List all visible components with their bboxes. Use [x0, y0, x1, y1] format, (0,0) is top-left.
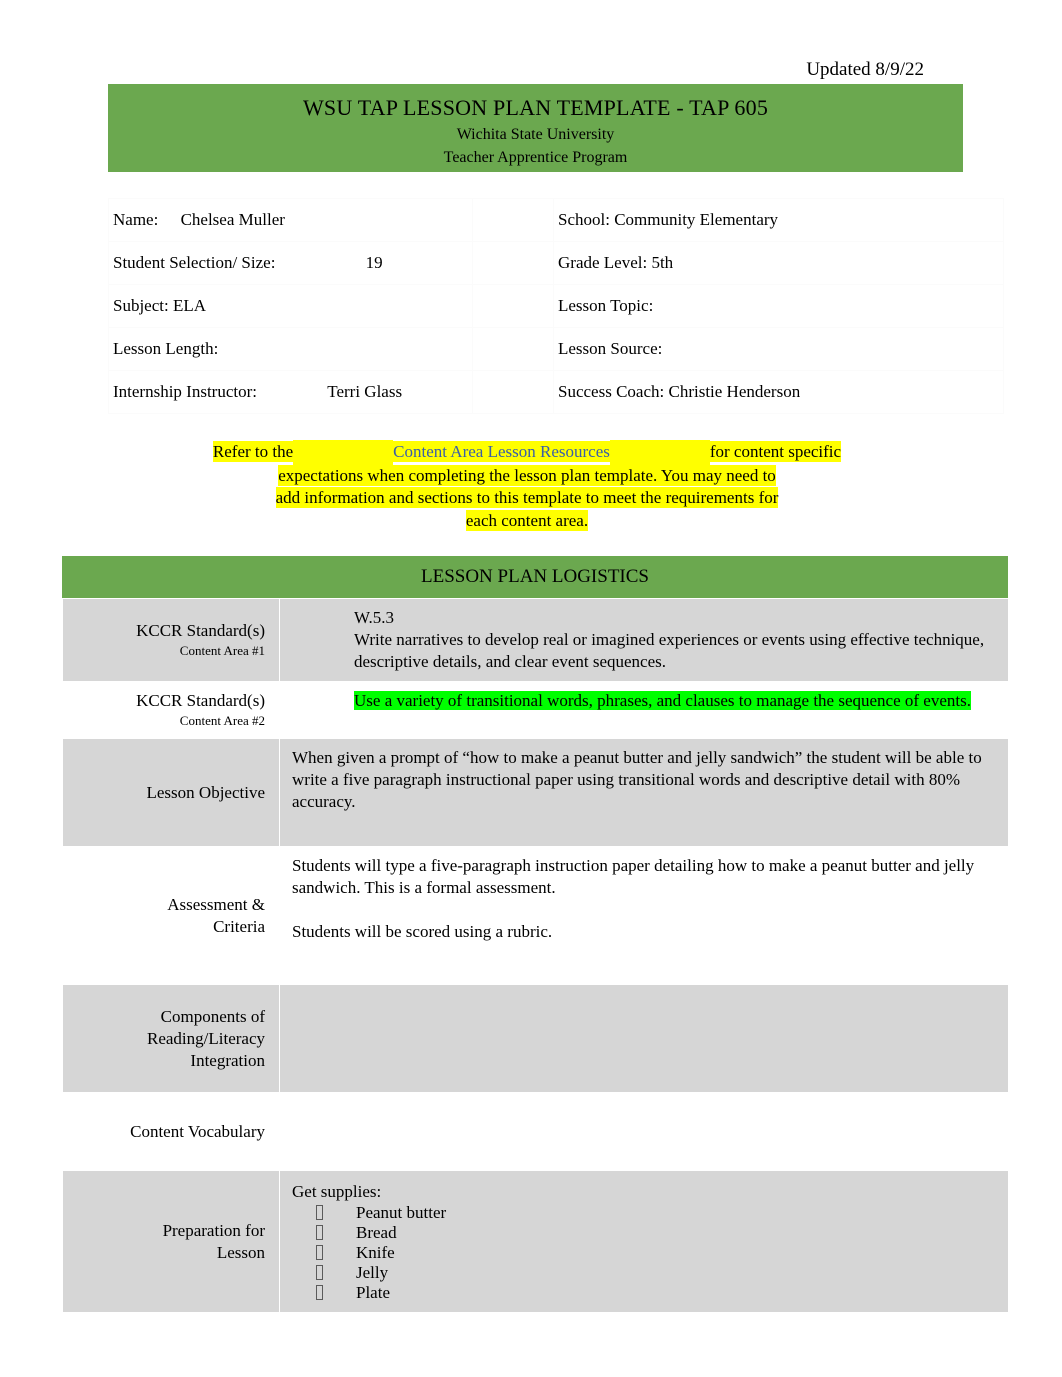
table-row: Lesson Length: Lesson Source: — [108, 327, 1004, 371]
list-item: Plate — [292, 1283, 998, 1303]
row-body-assessment-criteria[interactable]: Students will type a five-paragraph inst… — [279, 846, 1009, 985]
info-cell-school: School: Community Elementary — [553, 198, 1004, 242]
row-body-preparation-for-lesson[interactable]: Get supplies: Peanut butter Bread Knife … — [279, 1170, 1009, 1313]
section-header-lesson-plan-logistics: LESSON PLAN LOGISTICS — [62, 556, 1008, 598]
notice-text-line2: expectations when completing the lesson … — [278, 464, 776, 486]
content-area-lesson-resources-link[interactable]: Content Area Lesson Resources — [393, 441, 610, 462]
page-title: WSU TAP LESSON PLAN TEMPLATE - TAP 605 — [302, 95, 769, 120]
row-body-reading-literacy-integration[interactable] — [279, 984, 1009, 1093]
row-body-lesson-objective[interactable]: When given a prompt of “how to make a pe… — [279, 738, 1009, 847]
bullet-box-icon — [316, 1285, 323, 1300]
updated-stamp: Updated 8/9/22 — [806, 59, 924, 80]
table-row: KCCR Standard(s) Content Area #1 W.5.3 W… — [62, 598, 1009, 682]
notice-line-4: each content area. — [112, 509, 942, 533]
lesson-objective-text: When given a prompt of “how to make a pe… — [292, 748, 982, 811]
lesson-info-table: Name: Chelsea Muller School: Community E… — [108, 198, 1004, 414]
notice-line-3: add information and sections to this tem… — [112, 487, 942, 510]
row-label-reading-literacy-integration: Components of Reading/Literacy Integrati… — [62, 984, 280, 1093]
info-cell-spacer-3 — [472, 284, 554, 328]
row-sublabel-text: Content Area #1 — [179, 643, 265, 658]
bullet-box-icon — [316, 1225, 323, 1240]
supplies-list: Peanut butter Bread Knife Jelly Plate — [292, 1203, 998, 1303]
standard-text: Write narratives to develop real or imag… — [354, 630, 985, 671]
info-cell-grade-level: Grade Level: 5th — [553, 241, 1004, 285]
info-value-student-size: 19 — [365, 253, 383, 272]
row-label-text: KCCR Standard(s) — [136, 621, 265, 640]
info-cell-success-coach: Success Coach: Christie Henderson — [553, 370, 1004, 414]
table-row: Lesson Objective When given a prompt of … — [62, 738, 1009, 847]
table-row: KCCR Standard(s) Content Area #2 Use a v… — [62, 681, 1009, 739]
info-label-student-size: Student Selection/ Size: — [113, 253, 276, 272]
university-name: Wichita State University — [456, 126, 615, 143]
table-row: Components of Reading/Literacy Integrati… — [62, 984, 1009, 1093]
table-row: Preparation for Lesson Get supplies: Pea… — [62, 1170, 1009, 1313]
info-value-internship-instructor: Terri Glass — [327, 382, 403, 401]
list-item: Knife — [292, 1243, 998, 1263]
bullet-box-icon — [316, 1245, 323, 1260]
list-item-label: Peanut butter — [356, 1203, 447, 1222]
table-row: Subject: ELA Lesson Topic: — [108, 284, 1004, 328]
list-item-label: Jelly — [356, 1263, 389, 1282]
title-banner: WSU TAP LESSON PLAN TEMPLATE - TAP 605 W… — [108, 84, 963, 172]
info-label-name: Name: — [113, 210, 159, 229]
row-body-kccr-2[interactable]: Use a variety of transitional words, phr… — [279, 681, 1009, 739]
row-label-text: KCCR Standard(s) — [136, 691, 265, 710]
list-item-label: Bread — [356, 1223, 397, 1242]
row-label-text: Preparation for Lesson — [162, 1220, 265, 1262]
info-cell-internship-instructor: Internship Instructor: Terri Glass — [108, 370, 473, 414]
table-row: Content Vocabulary — [62, 1092, 1009, 1171]
info-value-name: Chelsea Muller — [180, 210, 285, 229]
info-cell-name: Name: Chelsea Muller — [108, 198, 473, 242]
table-row: Name: Chelsea Muller School: Community E… — [108, 198, 1004, 242]
notice-text-line4: each content area. — [465, 509, 589, 531]
notice-text-part1: Refer to the — [212, 441, 294, 462]
info-cell-lesson-source: Lesson Source: — [553, 327, 1004, 371]
notice-line-1: Refer to the Content Area Lesson Resourc… — [112, 440, 942, 465]
lesson-plan-logistics-table: KCCR Standard(s) Content Area #1 W.5.3 W… — [62, 598, 1009, 1313]
info-cell-lesson-length: Lesson Length: — [108, 327, 473, 371]
standard-text-highlighted: Use a variety of transitional words, phr… — [354, 691, 971, 710]
row-label-text: Components of Reading/Literacy Integrati… — [146, 1006, 265, 1070]
notice-text-line3: add information and sections to this tem… — [275, 487, 779, 508]
row-label-content-vocabulary: Content Vocabulary — [62, 1092, 280, 1171]
row-label-assessment-criteria: Assessment & Criteria — [62, 846, 280, 985]
row-body-kccr-1[interactable]: W.5.3 Write narratives to develop real o… — [279, 598, 1009, 682]
info-cell-lesson-topic: Lesson Topic: — [553, 284, 1004, 328]
info-cell-spacer-5 — [472, 370, 554, 414]
row-label-kccr-2: KCCR Standard(s) Content Area #2 — [62, 681, 280, 739]
info-cell-spacer-2 — [472, 241, 554, 285]
document-page: Updated 8/9/22 WSU TAP LESSON PLAN TEMPL… — [0, 0, 1062, 1377]
row-label-preparation-for-lesson: Preparation for Lesson — [62, 1170, 280, 1313]
preparation-lead-text: Get supplies: — [292, 1182, 382, 1201]
info-cell-subject: Subject: ELA — [108, 284, 473, 328]
row-sublabel-text: Content Area #2 — [179, 713, 265, 728]
list-item: Jelly — [292, 1263, 998, 1283]
notice-text-part2: for content specific — [709, 441, 842, 462]
row-label-text: Lesson Objective — [146, 782, 266, 802]
row-label-kccr-1: KCCR Standard(s) Content Area #1 — [62, 598, 280, 682]
list-item: Peanut butter — [292, 1203, 998, 1223]
info-cell-spacer-1 — [472, 198, 554, 242]
list-item-label: Plate — [356, 1283, 390, 1302]
row-label-text: Content Vocabulary — [130, 1121, 265, 1141]
row-label-text: Assessment & Criteria — [167, 894, 265, 936]
info-cell-student-size: Student Selection/ Size: 19 — [108, 241, 473, 285]
row-label-lesson-objective: Lesson Objective — [62, 738, 280, 847]
list-item: Bread — [292, 1223, 998, 1243]
notice-line-2: expectations when completing the lesson … — [112, 464, 942, 488]
standard-code: W.5.3 — [354, 608, 394, 627]
assessment-text-2: Students will be scored using a rubric. — [292, 922, 553, 941]
row-body-content-vocabulary[interactable] — [279, 1092, 1009, 1171]
assessment-text-1: Students will type a five-paragraph inst… — [292, 856, 975, 897]
table-row: Assessment & Criteria Students will type… — [62, 846, 1009, 985]
list-item-label: Knife — [356, 1243, 395, 1262]
notice-block: Refer to the Content Area Lesson Resourc… — [112, 440, 942, 532]
table-row: Internship Instructor: Terri Glass Succe… — [108, 370, 1004, 414]
info-cell-spacer-4 — [472, 327, 554, 371]
bullet-box-icon — [316, 1205, 323, 1220]
program-name: Teacher Apprentice Program — [443, 149, 628, 166]
info-label-internship-instructor: Internship Instructor: — [113, 382, 257, 401]
bullet-box-icon — [316, 1265, 323, 1280]
table-row: Student Selection/ Size: 19 Grade Level:… — [108, 241, 1004, 285]
